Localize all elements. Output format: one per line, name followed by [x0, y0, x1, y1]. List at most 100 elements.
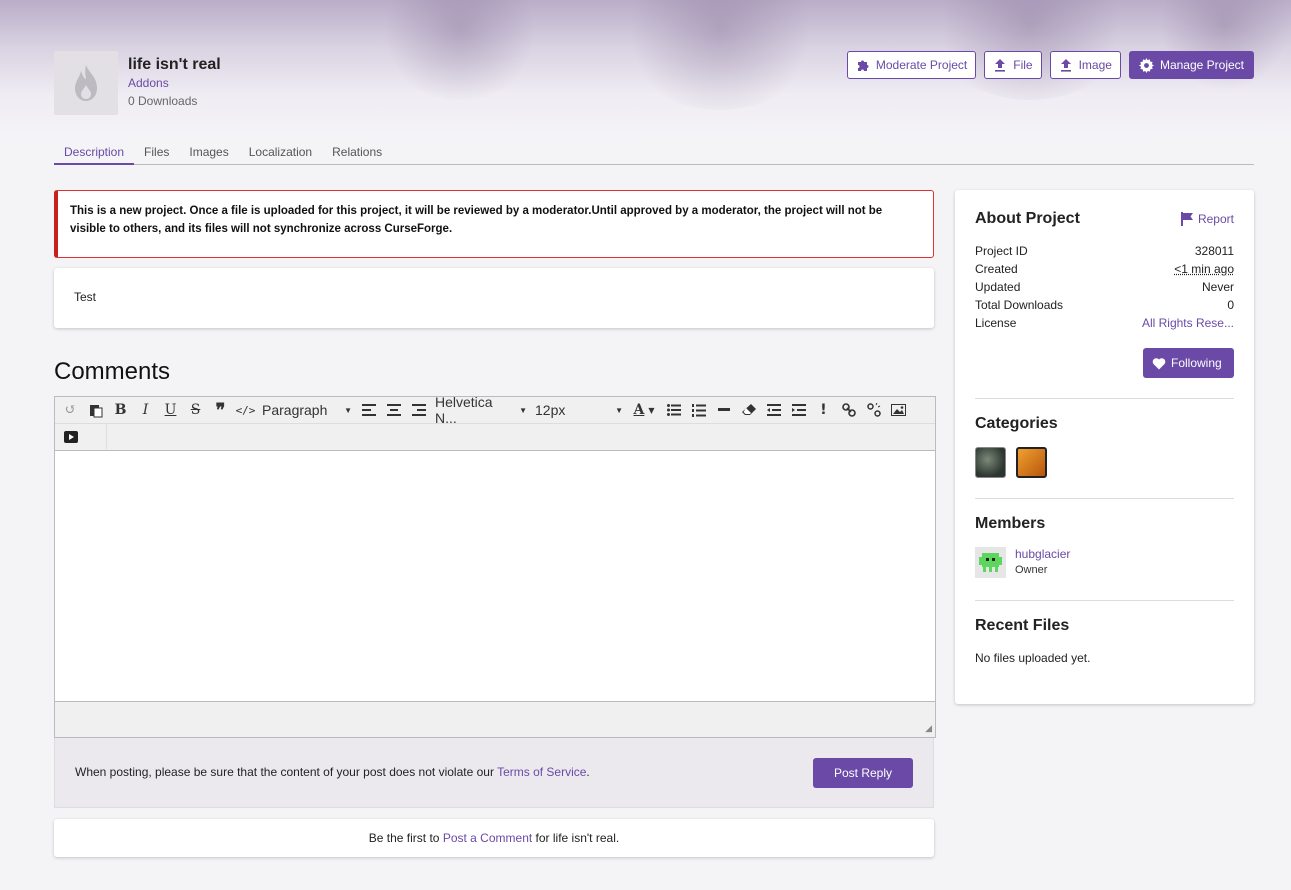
- info-row-created: Created <1 min ago: [975, 260, 1234, 278]
- upload-file-label: File: [1013, 58, 1033, 72]
- info-row-license: License All Rights Rese...: [975, 314, 1234, 332]
- info-value: Never: [1201, 280, 1234, 294]
- manage-project-button[interactable]: Manage Project: [1128, 51, 1254, 79]
- indent-icon[interactable]: [786, 398, 811, 422]
- project-type-link[interactable]: Addons: [128, 76, 221, 90]
- info-row-total-downloads: Total Downloads 0: [975, 296, 1234, 314]
- format-select[interactable]: Paragraph ▼: [258, 398, 356, 422]
- info-value: 328011: [1194, 244, 1234, 258]
- bullet-list-icon[interactable]: [661, 398, 686, 422]
- gear-icon: [1138, 57, 1154, 73]
- italic-icon[interactable]: I: [133, 398, 158, 422]
- outdent-icon[interactable]: [761, 398, 786, 422]
- editor-statusbar: ◢: [55, 701, 935, 737]
- code-icon[interactable]: </>: [233, 398, 258, 422]
- post-comment-link[interactable]: Post a Comment: [443, 831, 532, 845]
- category-icon-2[interactable]: [1016, 447, 1047, 478]
- font-family-select-value: Helvetica N...: [435, 394, 493, 426]
- chevron-down-icon: ▼: [344, 405, 352, 415]
- project-info: Project ID 328011 Created <1 min ago Upd…: [975, 242, 1234, 332]
- info-row-project-id: Project ID 328011: [975, 242, 1234, 260]
- moderation-alert: This is a new project. Once a file is up…: [54, 190, 934, 258]
- info-value: 0: [1227, 298, 1234, 312]
- resize-handle-icon[interactable]: ◢: [925, 723, 932, 734]
- editor-toolbar: ↺ B I U S ❞ </> Paragraph ▼ Helvetica N.…: [55, 394, 935, 451]
- project-description: Test: [54, 268, 934, 328]
- report-label: Report: [1197, 212, 1234, 226]
- unlink-icon[interactable]: [861, 398, 886, 422]
- about-sidebar: About Project Report Project ID 328011 C…: [955, 190, 1254, 704]
- members-heading: Members: [975, 515, 1046, 532]
- info-label: Updated: [975, 280, 1021, 294]
- post-reply-bar: When posting, please be sure that the co…: [54, 738, 934, 808]
- license-link[interactable]: All Rights Rese...: [1142, 314, 1234, 332]
- align-left-icon[interactable]: [356, 398, 381, 422]
- upload-file-button[interactable]: File: [984, 51, 1042, 79]
- font-size-select-value: 12px: [535, 402, 566, 418]
- recent-files-heading: Recent Files: [975, 617, 1070, 634]
- info-row-updated: Updated Never: [975, 278, 1234, 296]
- tab-files[interactable]: Files: [134, 141, 179, 165]
- project-header: life isn't real Addons 0 Downloads: [54, 51, 221, 115]
- horizontal-rule-icon[interactable]: [711, 398, 736, 422]
- member-name-link[interactable]: hubglacier: [1015, 547, 1070, 561]
- project-tabs: Description Files Images Localization Re…: [54, 141, 1254, 165]
- terms-of-service-link[interactable]: Terms of Service: [497, 765, 586, 779]
- font-family-select[interactable]: Helvetica N... ▼: [431, 394, 531, 426]
- description-text: Test: [74, 290, 97, 304]
- divider: [975, 600, 1234, 601]
- comment-editor-body[interactable]: [55, 451, 935, 701]
- comment-editor: ↺ B I U S ❞ </> Paragraph ▼ Helvetica N.…: [54, 394, 936, 738]
- exclamation-icon[interactable]: !: [811, 398, 836, 422]
- link-icon[interactable]: [836, 398, 861, 422]
- following-button[interactable]: Following: [1143, 348, 1234, 378]
- upload-image-label: Image: [1078, 58, 1112, 72]
- report-link[interactable]: Report: [1180, 212, 1234, 226]
- post-note: When posting, please be sure that the co…: [75, 765, 590, 779]
- no-files-text: No files uploaded yet.: [975, 651, 1091, 665]
- first-comment-prefix: Be the first to: [368, 831, 443, 845]
- tab-relations[interactable]: Relations: [322, 141, 392, 165]
- puzzle-icon: [857, 60, 869, 71]
- first-comment-suffix: for life isn't real.: [532, 831, 620, 845]
- video-icon[interactable]: [58, 425, 83, 449]
- avatar[interactable]: [975, 547, 1006, 578]
- bold-icon[interactable]: B: [108, 398, 133, 422]
- upload-image-button[interactable]: Image: [1049, 51, 1121, 79]
- info-label: Total Downloads: [975, 298, 1064, 312]
- eraser-icon[interactable]: [736, 398, 761, 422]
- flag-icon: [1180, 212, 1193, 226]
- categories-heading: Categories: [975, 415, 1058, 432]
- info-label: License: [975, 316, 1017, 330]
- undo-icon[interactable]: ↺: [58, 398, 83, 422]
- comments-heading: Comments: [54, 358, 171, 385]
- tab-localization[interactable]: Localization: [239, 141, 322, 165]
- align-right-icon[interactable]: [406, 398, 431, 422]
- chevron-down-icon: ▼: [615, 405, 623, 415]
- project-downloads: 0 Downloads: [128, 94, 198, 108]
- tab-description[interactable]: Description: [54, 141, 135, 165]
- blockquote-icon[interactable]: ❞: [208, 398, 233, 422]
- post-reply-button[interactable]: Post Reply: [813, 758, 913, 788]
- about-project-heading: About Project: [975, 210, 1080, 227]
- project-avatar: [54, 51, 118, 115]
- font-size-select[interactable]: 12px ▼: [531, 398, 627, 422]
- project-actions: Moderate Project File Image Manage Proje…: [846, 51, 1254, 79]
- following-label: Following: [1171, 356, 1222, 370]
- moderate-project-button[interactable]: Moderate Project: [846, 51, 977, 79]
- align-center-icon[interactable]: [381, 398, 406, 422]
- member-item: hubglacier Owner: [975, 547, 1234, 578]
- upload-icon: [995, 59, 1006, 72]
- strikethrough-icon[interactable]: S: [183, 398, 208, 422]
- underline-icon[interactable]: U: [158, 398, 183, 422]
- paste-icon[interactable]: [83, 398, 108, 422]
- info-value: <1 min ago: [1174, 262, 1234, 276]
- format-select-value: Paragraph: [262, 402, 328, 418]
- tab-images[interactable]: Images: [179, 141, 238, 165]
- numbered-list-icon[interactable]: [686, 398, 711, 422]
- image-icon[interactable]: [886, 398, 911, 422]
- post-note-prefix: When posting, please be sure that the co…: [75, 765, 498, 779]
- category-icon-1[interactable]: [975, 447, 1006, 478]
- text-color-icon[interactable]: A ▼: [627, 398, 661, 422]
- heart-icon: [1152, 357, 1166, 369]
